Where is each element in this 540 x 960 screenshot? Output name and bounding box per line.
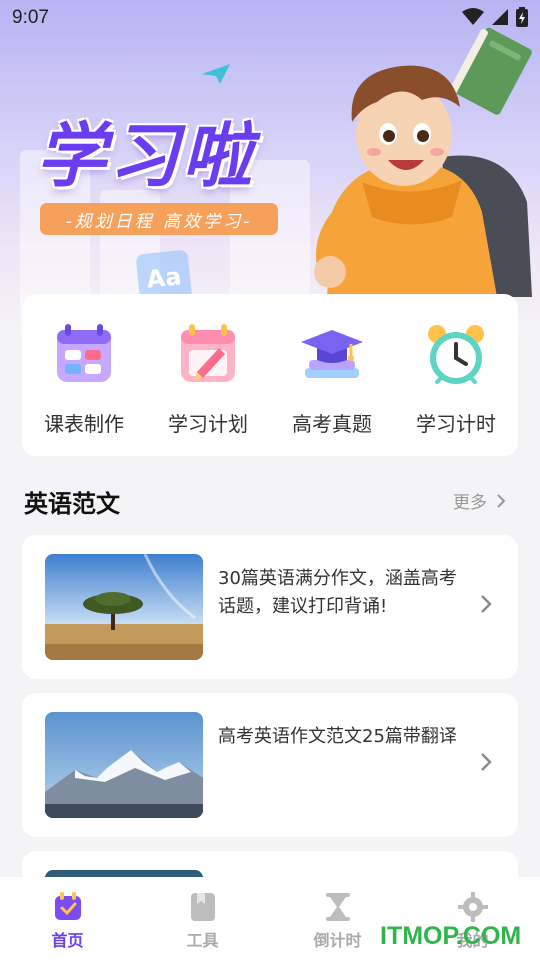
nav-label: 倒计时 (313, 931, 362, 950)
status-time: 9:07 (12, 7, 49, 28)
savanna-tree-photo (45, 554, 203, 660)
schedule-icon (57, 324, 111, 382)
article-title: 高考英语作文范文25篇带翻译 (218, 726, 457, 747)
section-title: 英语范文 (24, 490, 120, 518)
signal-icon (492, 9, 508, 25)
watermark: ITMOP.COM (380, 922, 522, 950)
tool-study-timer[interactable]: 学习计时 (394, 294, 518, 456)
graduation-cap-icon (301, 330, 363, 378)
article-card[interactable]: 高考英语作文范文25篇带翻译 (22, 693, 518, 837)
tool-label: 学习计时 (416, 412, 496, 436)
nav-label: 首页 (51, 931, 84, 950)
nav-tools[interactable]: 工具 (135, 877, 270, 960)
article-card[interactable]: 30篇英语满分作文，涵盖高考话题，建议打印背诵! (22, 535, 518, 679)
tool-schedule[interactable]: 课表制作 (22, 294, 146, 456)
snow-mountain-photo (45, 712, 203, 818)
nav-home[interactable]: 首页 (0, 877, 135, 960)
status-icons (462, 7, 528, 27)
study-plan-icon (181, 324, 235, 382)
more-link[interactable]: 更多 (453, 488, 506, 513)
tool-label: 课表制作 (44, 412, 124, 436)
tool-box-icon (190, 893, 215, 921)
article-thumbnail (45, 712, 203, 818)
hero-banner: 9:07 学习啦 -规划日程 高效学习- Aa (0, 0, 540, 335)
gear-icon (457, 892, 488, 922)
alarm-clock-icon (428, 325, 484, 384)
hourglass-icon (325, 893, 350, 921)
status-bar: 9:07 (0, 0, 540, 36)
nav-label: 工具 (186, 931, 219, 950)
chevron-right-icon (497, 493, 506, 508)
chevron-right-icon (481, 595, 492, 613)
more-label: 更多 (453, 493, 487, 513)
article-title: 30篇英语满分作文，涵盖高考话题，建议打印背诵! (218, 568, 457, 617)
chevron-right-icon (481, 753, 492, 771)
app-slogan: -规划日程 高效学习- (40, 203, 278, 235)
tool-exam-papers[interactable]: 高考真题 (270, 294, 394, 456)
quick-tools-card: 课表制作 学习计划 高考真题 学习计时 (22, 294, 518, 456)
paper-plane-icon (202, 64, 230, 84)
article-thumbnail (45, 554, 203, 660)
tool-study-plan[interactable]: 学习计划 (146, 294, 270, 456)
tool-label: 高考真题 (292, 412, 372, 436)
battery-icon (516, 7, 528, 27)
student-mascot (314, 65, 532, 297)
home-calendar-icon (54, 892, 81, 920)
wifi-icon (462, 8, 484, 25)
tool-label: 学习计划 (168, 412, 248, 436)
app-title: 学习啦 (36, 115, 255, 197)
